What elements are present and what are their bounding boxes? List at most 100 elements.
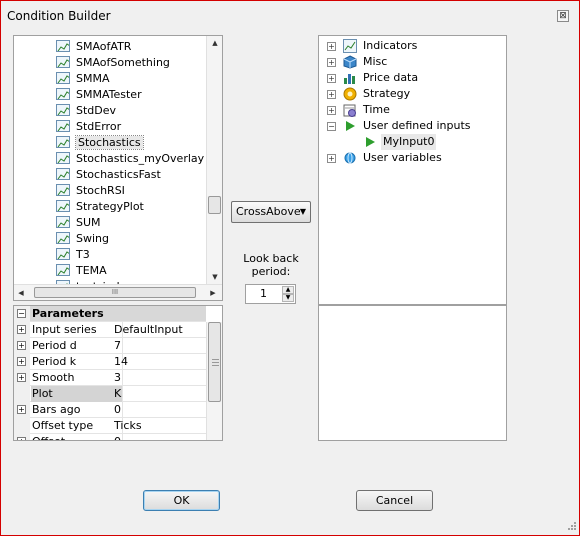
parameter-row[interactable]: Offset type Ticks: [14, 418, 206, 434]
tree-node[interactable]: + User variables: [319, 150, 504, 166]
tree-node[interactable]: + Price data: [319, 70, 504, 86]
list-item[interactable]: StochasticsFast: [56, 166, 161, 182]
collapse-icon[interactable]: −: [327, 122, 336, 131]
increment-icon[interactable]: ▲: [282, 286, 294, 294]
indicator-list-horizontal-scrollbar[interactable]: ◀ III ▶: [14, 284, 222, 300]
indicator-label: TEMA: [76, 264, 107, 277]
indicator-chart-icon: [56, 72, 70, 84]
list-item[interactable]: T3: [56, 246, 90, 262]
parameter-value[interactable]: 14: [114, 354, 206, 370]
cancel-button[interactable]: Cancel: [356, 490, 433, 511]
tree-node-label: Strategy: [363, 87, 411, 100]
tree-node[interactable]: + Strategy: [319, 86, 504, 102]
list-item[interactable]: StochRSI: [56, 182, 125, 198]
parameter-value[interactable]: K: [114, 386, 206, 402]
expand-icon[interactable]: +: [17, 325, 26, 334]
parameter-value[interactable]: Ticks: [114, 418, 206, 434]
indicator-chart-icon: [56, 56, 70, 68]
indicator-chart-icon: [56, 120, 70, 132]
collapse-icon[interactable]: −: [17, 309, 26, 318]
expand-icon[interactable]: +: [327, 58, 336, 67]
parameter-row[interactable]: + Bars ago 0: [14, 402, 206, 418]
condition-tree: + Indicators + Misc + Price data + Strategy + Tim…: [318, 35, 507, 305]
list-item[interactable]: SMAofSomething: [56, 54, 170, 70]
scroll-thumb[interactable]: [208, 196, 221, 214]
tree-node[interactable]: + Misc: [319, 54, 504, 70]
tree-node[interactable]: MyInput0: [319, 134, 504, 150]
parameter-name: Period d: [31, 338, 123, 354]
parameter-name: Plot: [31, 386, 123, 402]
parameter-name: Period k: [31, 354, 123, 370]
list-item[interactable]: Swing: [56, 230, 109, 246]
lookback-period-stepper[interactable]: 1 ▲ ▼: [245, 284, 296, 304]
expand-icon[interactable]: +: [17, 373, 26, 382]
parameter-value[interactable]: DefaultInput: [114, 322, 206, 338]
indicator-list-vertical-scrollbar[interactable]: ▲ ▼: [206, 36, 222, 284]
expand-icon[interactable]: +: [327, 42, 336, 51]
parameter-name: Offset type: [31, 418, 123, 434]
indicator-chart-icon: [56, 248, 70, 260]
ok-button[interactable]: OK: [143, 490, 220, 511]
parameter-name: Smooth: [31, 370, 123, 386]
indicator-label: StrategyPlot: [76, 200, 144, 213]
list-item[interactable]: SMAofATR: [56, 38, 131, 54]
indicator-chart-icon: [56, 232, 70, 244]
parameter-row[interactable]: + Smooth 3: [14, 370, 206, 386]
list-item[interactable]: StdDev: [56, 102, 116, 118]
parameter-value[interactable]: 0: [114, 402, 206, 418]
parameter-row[interactable]: + Period k 14: [14, 354, 206, 370]
parameter-value[interactable]: 7: [114, 338, 206, 354]
expand-icon[interactable]: +: [17, 405, 26, 414]
parameter-value[interactable]: 0: [114, 434, 206, 440]
tree-node[interactable]: − User defined inputs: [319, 118, 504, 134]
list-item[interactable]: TEMA: [56, 262, 107, 278]
list-item[interactable]: SMMATester: [56, 86, 142, 102]
scroll-right-icon[interactable]: ▶: [206, 285, 220, 300]
list-item[interactable]: StdError: [56, 118, 121, 134]
globe-icon: [343, 151, 357, 165]
parameter-name: Bars ago: [31, 402, 123, 418]
expand-icon[interactable]: +: [327, 106, 336, 115]
lookback-value[interactable]: 1: [260, 287, 267, 300]
scroll-left-icon[interactable]: ◀: [14, 285, 28, 300]
chart-icon: [343, 39, 357, 53]
condition-tree-detail: [318, 305, 507, 441]
decrement-icon[interactable]: ▼: [282, 294, 294, 302]
close-icon[interactable]: ⊠: [557, 10, 569, 22]
condition-builder-window: Condition Builder ⊠ test_indTEMAT3SwingS…: [0, 0, 580, 536]
parameter-row[interactable]: Plot K: [14, 386, 206, 402]
bar-chart-icon: [343, 71, 357, 85]
scroll-down-icon[interactable]: ▼: [207, 270, 222, 284]
expand-icon[interactable]: +: [327, 154, 336, 163]
parameter-row[interactable]: + Offset0: [14, 434, 206, 440]
scroll-up-icon[interactable]: ▲: [207, 36, 222, 50]
strategy-icon: [343, 87, 357, 101]
operator-dropdown[interactable]: CrossAbove ▼: [231, 201, 311, 223]
expand-icon[interactable]: +: [17, 341, 26, 350]
list-item[interactable]: Stochastics: [56, 134, 144, 150]
list-item[interactable]: SUM: [56, 214, 101, 230]
parameter-row[interactable]: + Period d7: [14, 338, 206, 354]
indicator-label: StdDev: [76, 104, 117, 117]
list-item[interactable]: Stochastics_myOverlay: [56, 150, 204, 166]
expand-icon[interactable]: +: [327, 74, 336, 83]
scroll-thumb[interactable]: III: [34, 287, 196, 298]
parameters-header[interactable]: − Parameters: [14, 306, 206, 322]
expand-icon[interactable]: +: [17, 357, 26, 366]
tree-node-label: Indicators: [363, 39, 418, 52]
parameters-scrollbar[interactable]: [206, 322, 222, 440]
parameter-row[interactable]: + Input series DefaultInput: [14, 322, 206, 338]
list-item[interactable]: SMMA: [56, 70, 110, 86]
scroll-thumb[interactable]: [208, 322, 221, 402]
tree-node[interactable]: + Time: [319, 102, 504, 118]
play-icon: [343, 119, 357, 133]
expand-icon[interactable]: +: [327, 90, 336, 99]
parameter-value[interactable]: 3: [114, 370, 206, 386]
tree-node[interactable]: + Indicators: [319, 38, 504, 54]
parameter-name: Input series: [31, 322, 123, 338]
indicator-list: test_indTEMAT3SwingSUMStrategyPlotStochR…: [13, 35, 223, 301]
resize-grip-icon[interactable]: [565, 521, 577, 533]
list-item[interactable]: StrategyPlot: [56, 198, 144, 214]
lookback-label: Look back period:: [243, 252, 299, 278]
expand-icon[interactable]: +: [17, 437, 26, 440]
